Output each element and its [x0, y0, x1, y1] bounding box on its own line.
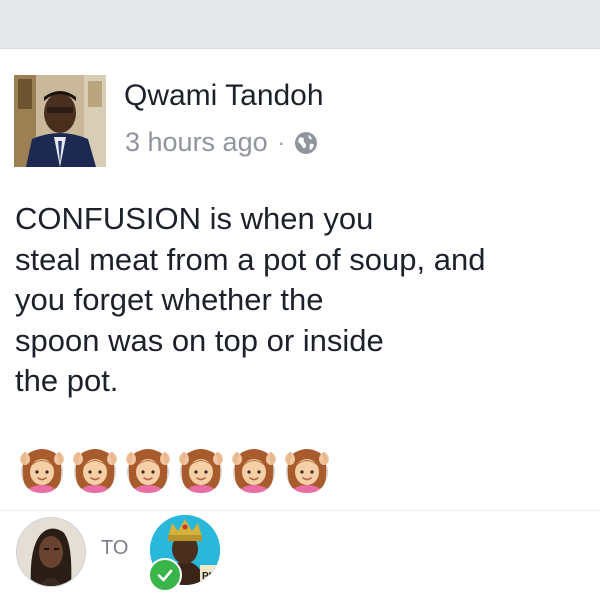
- meta-separator: ·: [277, 129, 285, 155]
- post-line: the pot.: [15, 363, 119, 398]
- author-photo: [14, 75, 106, 167]
- recipient-row: TO PI: [0, 515, 600, 600]
- to-label: TO: [101, 537, 129, 559]
- post-timestamp[interactable]: 3 hours ago: [125, 127, 268, 158]
- author-avatar[interactable]: [14, 75, 106, 167]
- post-line: you forget whether the: [15, 282, 324, 317]
- screenshot-page: Qwami Tandoh 3 hours ago · CONFUSION is …: [0, 0, 600, 600]
- globe-icon[interactable]: [293, 130, 319, 156]
- woman-gesturing-ok-emoji-icon: [70, 445, 120, 495]
- post-card: Qwami Tandoh 3 hours ago · CONFUSION is …: [0, 49, 600, 600]
- emoji-row: [17, 445, 332, 495]
- sender-photo: [17, 518, 85, 586]
- woman-gesturing-ok-emoji-icon: [17, 445, 67, 495]
- author-name[interactable]: Qwami Tandoh: [124, 79, 324, 113]
- sender-avatar[interactable]: [16, 517, 86, 587]
- check-icon: [148, 558, 182, 592]
- woman-gesturing-ok-emoji-icon: [176, 445, 226, 495]
- top-bar: [0, 0, 600, 49]
- post-line: steal meat from a pot of soup, and: [15, 241, 486, 277]
- woman-gesturing-ok-emoji-icon: [123, 445, 173, 495]
- post-meta: 3 hours ago ·: [125, 127, 319, 158]
- post-body: CONFUSION is when you steal meat from a …: [15, 199, 595, 402]
- post-line: spoon was on top or inside: [15, 322, 384, 358]
- divider: [0, 510, 600, 511]
- woman-gesturing-ok-emoji-icon: [229, 445, 279, 495]
- post-line: CONFUSION is when you: [15, 201, 374, 236]
- woman-gesturing-ok-emoji-icon: [282, 445, 332, 495]
- recipient-sign-text: PI: [202, 571, 212, 582]
